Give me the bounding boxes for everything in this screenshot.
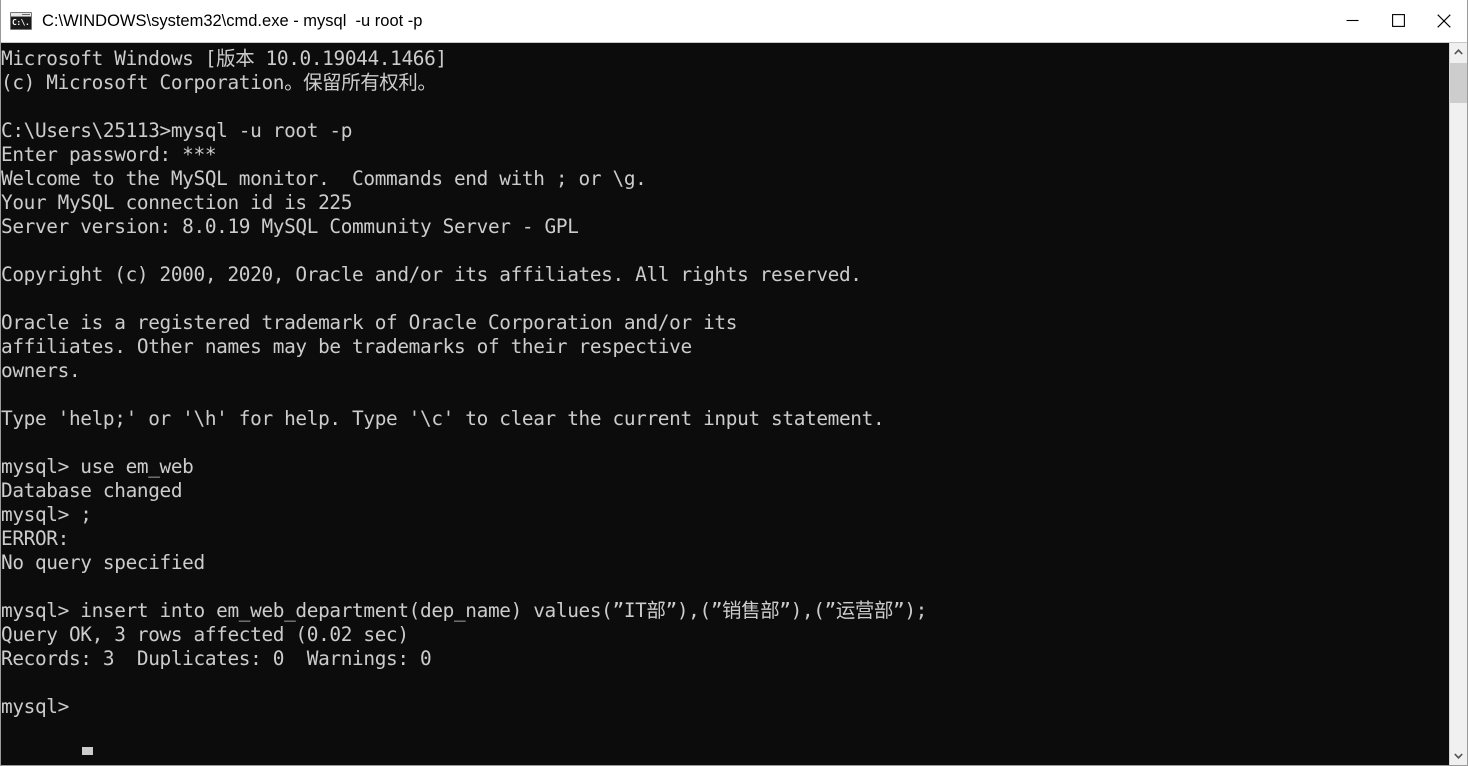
close-button[interactable] xyxy=(1421,0,1467,42)
title-bar[interactable]: C:\. C:\WINDOWS\system32\cmd.exe - mysql… xyxy=(1,0,1467,43)
window-title: C:\WINDOWS\system32\cmd.exe - mysql -u r… xyxy=(42,11,423,30)
vertical-scrollbar[interactable] xyxy=(1449,43,1467,765)
maximize-button[interactable] xyxy=(1375,0,1421,42)
scrollbar-track[interactable] xyxy=(1450,61,1467,747)
scroll-down-icon[interactable] xyxy=(1450,747,1467,765)
cmd-window: C:\. C:\WINDOWS\system32\cmd.exe - mysql… xyxy=(0,0,1468,766)
minimize-button[interactable] xyxy=(1329,0,1375,42)
icon-prompt-glyph: C:\. xyxy=(11,17,31,29)
title-bar-left: C:\. C:\WINDOWS\system32\cmd.exe - mysql… xyxy=(1,12,1329,31)
window-controls xyxy=(1329,0,1467,43)
window-body: Microsoft Windows [版本 10.0.19044.1466] (… xyxy=(1,43,1467,765)
scroll-up-icon[interactable] xyxy=(1450,43,1467,61)
console-text: Microsoft Windows [版本 10.0.19044.1466] (… xyxy=(1,47,927,718)
scrollbar-thumb[interactable] xyxy=(1450,63,1467,103)
text-cursor xyxy=(82,747,93,755)
console-output-area[interactable]: Microsoft Windows [版本 10.0.19044.1466] (… xyxy=(1,43,1449,765)
cmd-console-icon: C:\. xyxy=(10,12,32,30)
